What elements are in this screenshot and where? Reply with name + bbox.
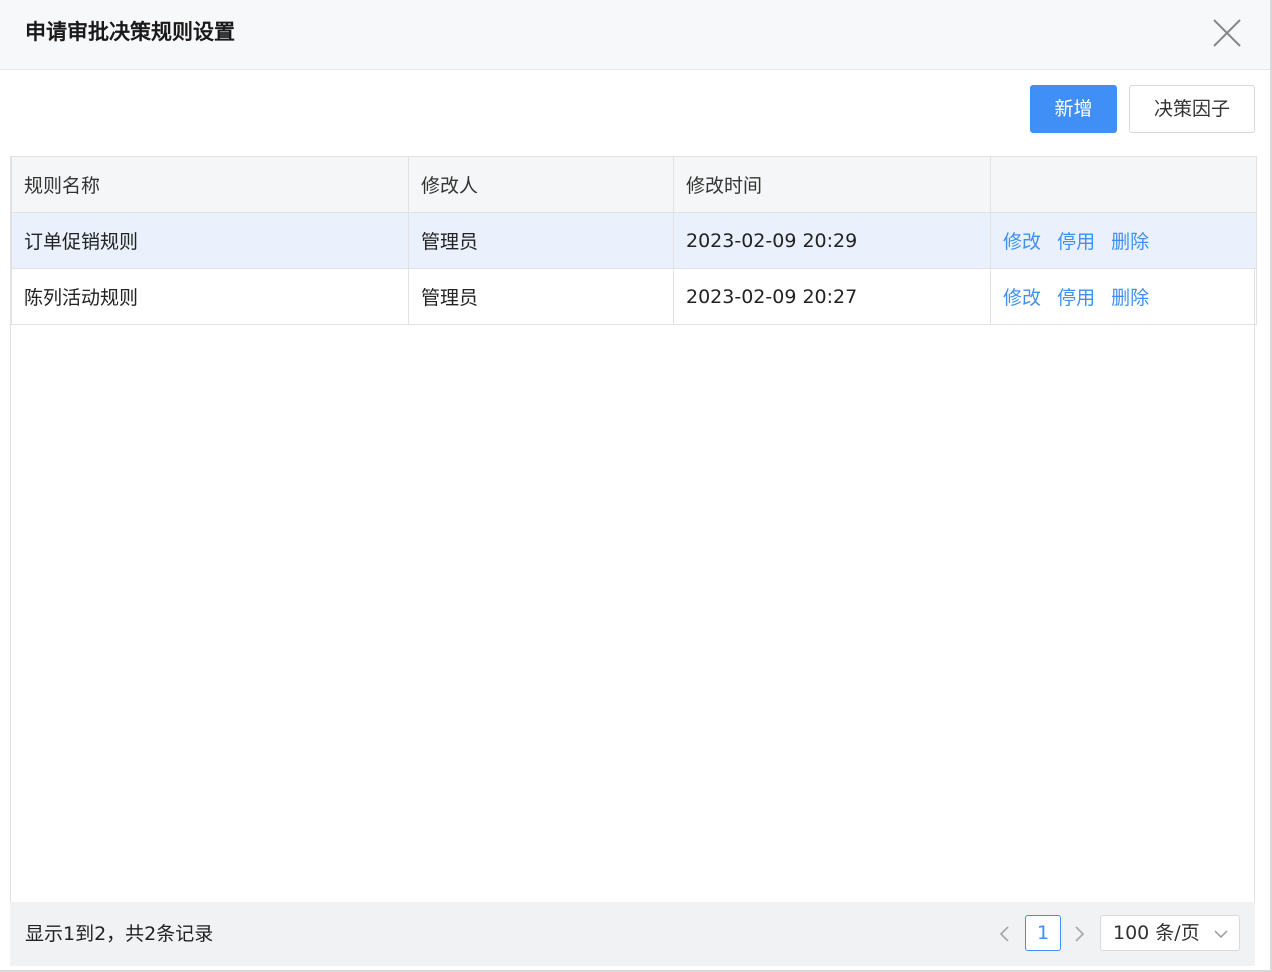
chevron-left-icon[interactable] [995, 922, 1015, 946]
modifier-cell: 管理员 [408, 212, 674, 269]
disable-link[interactable]: 停用 [1057, 287, 1095, 309]
rules-table-container: 规则名称 修改人 修改时间 订单促销规则 管理员 2023-02-09 20:2… [10, 156, 1257, 902]
column-header-rule-name: 规则名称 [11, 156, 409, 213]
page-size-value: 100 条/页 [1113, 922, 1200, 944]
actions-cell: 修改 停用 删除 [990, 268, 1257, 325]
delete-link[interactable]: 删除 [1111, 287, 1149, 309]
pagination-footer: 显示1到2，共2条记录 1 100 条/页 [10, 902, 1255, 966]
record-count-text: 显示1到2，共2条记录 [25, 923, 214, 945]
edit-link[interactable]: 修改 [1003, 231, 1041, 253]
edit-link[interactable]: 修改 [1003, 287, 1041, 309]
table-row[interactable]: 订单促销规则 管理员 2023-02-09 20:29 修改 停用 删除 [11, 212, 1257, 269]
modified-time-cell: 2023-02-09 20:27 [673, 268, 991, 325]
dialog-title: 申请审批决策规则设置 [25, 20, 235, 44]
rules-table: 规则名称 修改人 修改时间 订单促销规则 管理员 2023-02-09 20:2… [11, 156, 1257, 325]
rule-name-cell: 订单促销规则 [11, 212, 409, 269]
modifier-cell: 管理员 [408, 268, 674, 325]
chevron-down-icon [1213, 926, 1229, 940]
page-number-button[interactable]: 1 [1025, 915, 1061, 951]
column-header-modified-time: 修改时间 [673, 156, 991, 213]
delete-link[interactable]: 删除 [1111, 231, 1149, 253]
rule-settings-dialog: 申请审批决策规则设置 新增 决策因子 规则名称 修改人 修改时间 订单促销规则 … [0, 0, 1272, 972]
decision-factor-button[interactable]: 决策因子 [1129, 85, 1255, 133]
disable-link[interactable]: 停用 [1057, 231, 1095, 253]
rule-name-cell: 陈列活动规则 [11, 268, 409, 325]
close-icon[interactable] [1208, 14, 1246, 52]
modified-time-cell: 2023-02-09 20:29 [673, 212, 991, 269]
add-button[interactable]: 新增 [1030, 85, 1117, 133]
dialog-header: 申请审批决策规则设置 [0, 0, 1270, 70]
column-header-actions [990, 156, 1257, 213]
table-row[interactable]: 陈列活动规则 管理员 2023-02-09 20:27 修改 停用 删除 [11, 268, 1257, 325]
chevron-right-icon[interactable] [1069, 922, 1089, 946]
column-header-modifier: 修改人 [408, 156, 674, 213]
page-size-select[interactable]: 100 条/页 [1100, 915, 1240, 951]
actions-cell: 修改 停用 删除 [990, 212, 1257, 269]
table-header-row: 规则名称 修改人 修改时间 [11, 156, 1257, 213]
